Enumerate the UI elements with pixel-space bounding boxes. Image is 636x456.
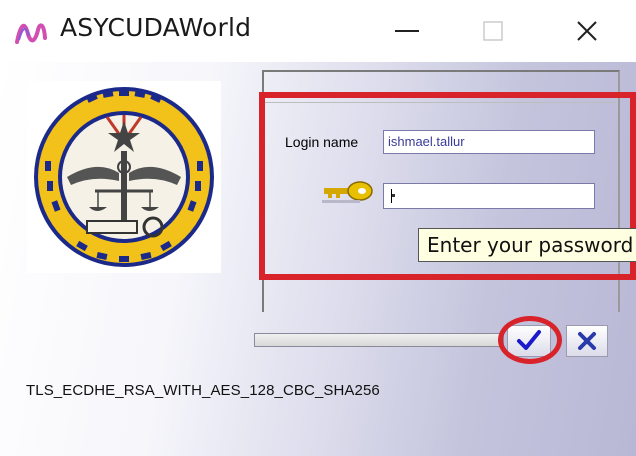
- window-title: ASYCUDAWorld: [60, 13, 252, 42]
- title-bar: ASYCUDAWorld: [0, 0, 636, 62]
- login-window: ASYCUDAWorld Login name ishmael.tallur E…: [0, 0, 636, 456]
- minimize-icon: [395, 30, 419, 32]
- close-icon: [577, 21, 597, 41]
- login-panel: Login name ishmael.tallur Enter your pas…: [0, 62, 636, 456]
- minimize-button[interactable]: [372, 0, 442, 62]
- cancel-button[interactable]: [566, 325, 608, 357]
- asycuda-logo-icon: [15, 23, 47, 44]
- ministry-of-finance-seal-icon: [34, 87, 214, 267]
- login-progress-bar: [254, 333, 504, 347]
- annotation-circle: [498, 316, 562, 364]
- ministry-logo: [27, 81, 221, 273]
- close-button[interactable]: [552, 0, 622, 62]
- password-tooltip: Enter your password: [418, 228, 636, 262]
- maximize-icon: [483, 21, 503, 41]
- cipher-suite-text: TLS_ECDHE_RSA_WITH_AES_128_CBC_SHA256: [26, 382, 380, 399]
- maximize-button[interactable]: [458, 0, 528, 62]
- cancel-x-icon: [578, 332, 596, 350]
